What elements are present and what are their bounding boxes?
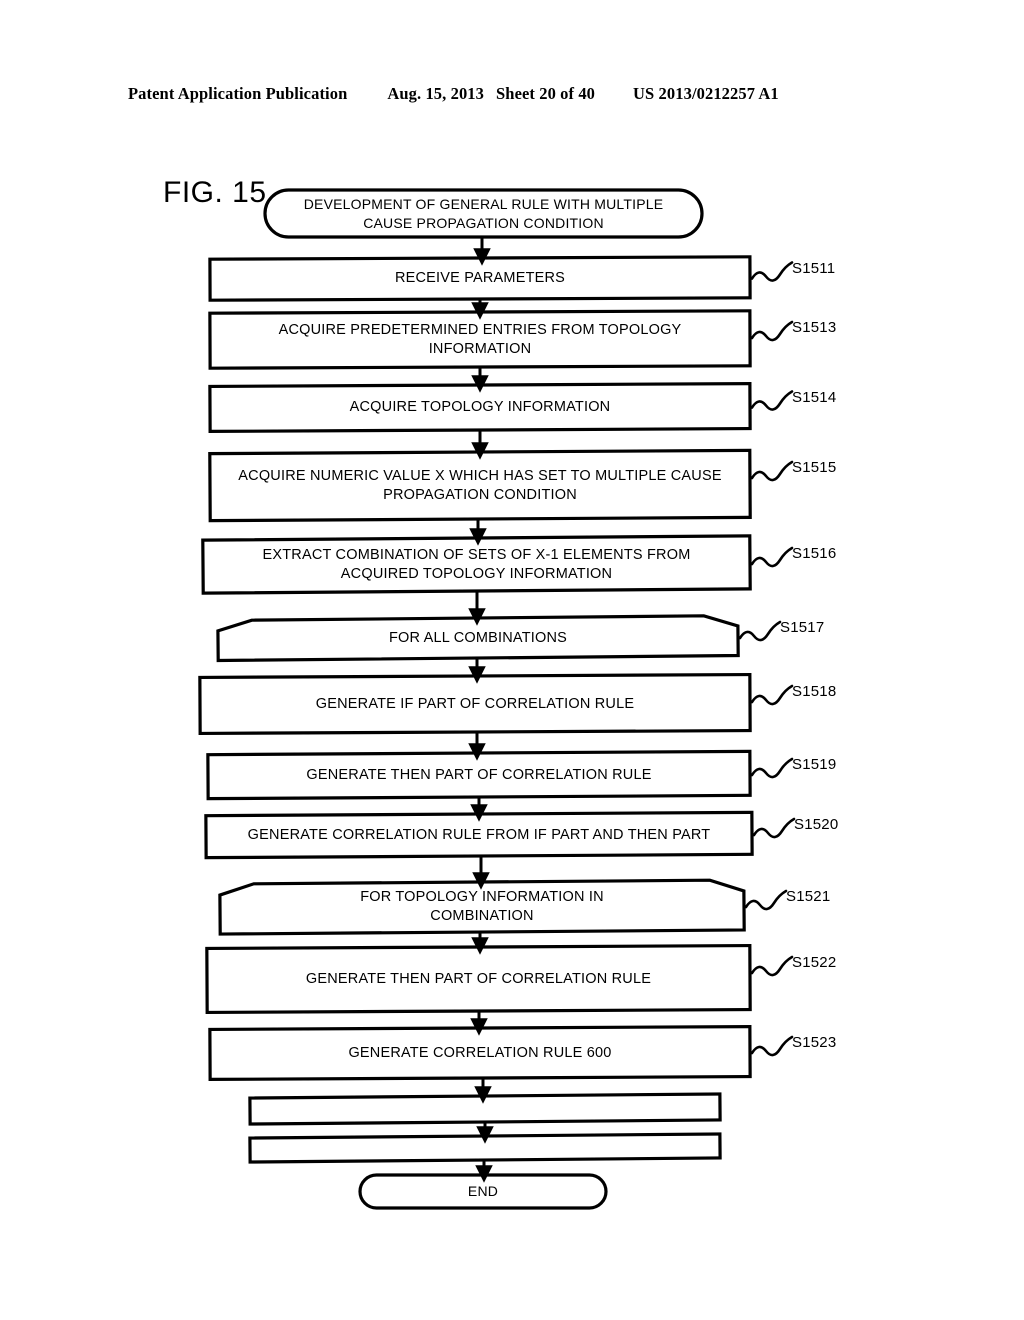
process-shape [208, 309, 752, 370]
process-shape [201, 534, 752, 595]
loop-end-shape [248, 1092, 722, 1126]
step-reference-label: S1523 [792, 1034, 837, 1051]
leader-squiggle [750, 390, 794, 411]
step-reference-label: S1516 [792, 545, 837, 562]
leader-squiggle [750, 955, 794, 977]
step-reference-label: S1522 [792, 954, 837, 971]
step-reference-label: S1514 [792, 388, 837, 406]
step-reference-label: S1515 [792, 459, 837, 476]
process-shape [204, 810, 754, 860]
terminator-shape [263, 188, 704, 239]
leader-squiggle [750, 684, 794, 706]
step-reference-label: S1518 [792, 683, 837, 700]
leader-squiggle [750, 546, 794, 568]
leader-squiggle [750, 460, 794, 482]
leader-squiggle [738, 620, 782, 642]
step-reference-label: S1519 [792, 756, 837, 773]
process-shape [206, 749, 752, 801]
process-shape [208, 255, 752, 302]
loop-start-shape [216, 614, 740, 663]
step-reference-label: S1511 [792, 259, 836, 277]
leader-squiggle [750, 757, 794, 779]
step-reference-label: S1521 [786, 888, 831, 905]
process-shape [208, 381, 752, 434]
process-shape [205, 943, 752, 1015]
loop-start-shape [218, 878, 746, 936]
flowchart-diagram [198, 188, 796, 1210]
leader-squiggle [750, 261, 794, 282]
process-shape [198, 672, 752, 736]
step-reference-label: S1517 [780, 619, 825, 636]
leader-squiggle [744, 889, 788, 911]
leader-squiggle [750, 1035, 794, 1057]
process-shape [208, 448, 752, 523]
loop-end-shape [248, 1132, 722, 1164]
step-reference-label: S1520 [794, 816, 839, 833]
process-shape [208, 1024, 752, 1082]
leader-squiggle [752, 817, 796, 839]
leader-squiggle [750, 320, 794, 342]
terminator-shape [358, 1173, 608, 1210]
step-reference-label: S1513 [792, 319, 837, 336]
